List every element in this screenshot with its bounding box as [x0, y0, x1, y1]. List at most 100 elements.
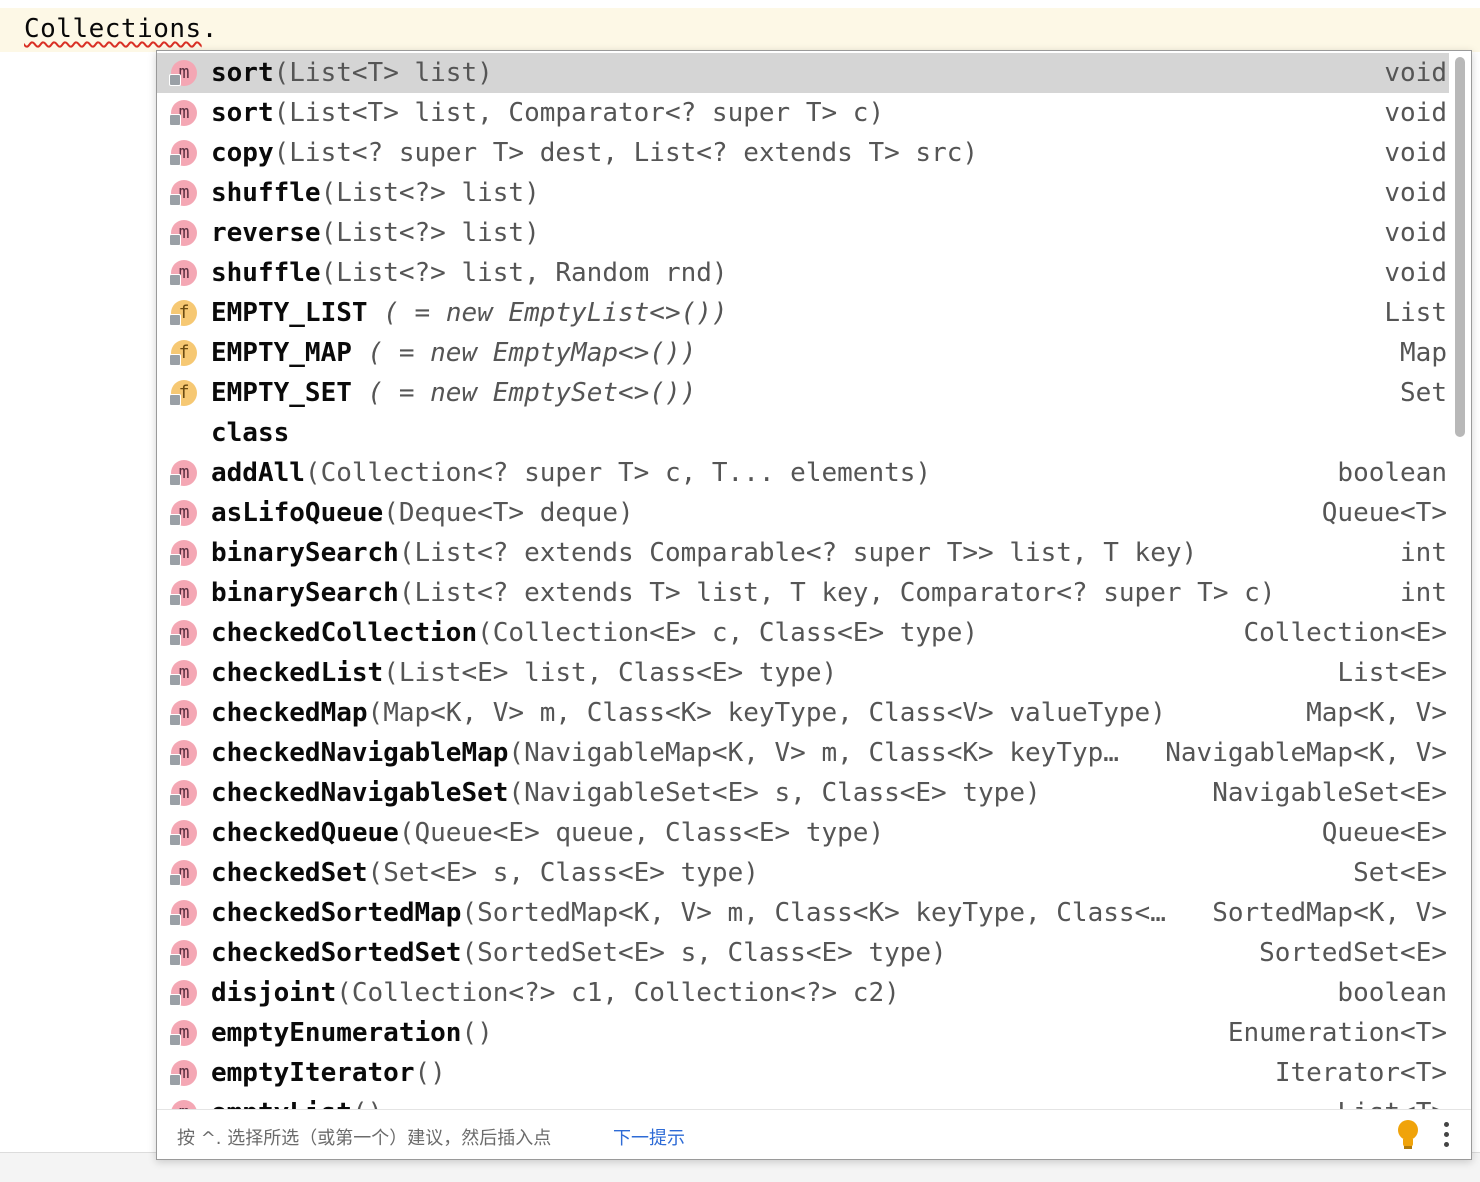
completion-item-return-type: Set<E> — [1353, 858, 1447, 888]
method-icon: m — [169, 820, 197, 846]
lightbulb-icon[interactable] — [1397, 1120, 1419, 1150]
completion-popup: m sort(List<T> list) void m sort(List<T> lis… — [156, 50, 1472, 1160]
completion-item-name: binarySearch(List<? extends Comparable<?… — [211, 538, 1198, 568]
completion-item-signature: (Queue<E> queue, Class<E> type) — [398, 818, 885, 848]
footer-hint: 按 ^. 选择所选（或第一个）建议，然后插入点 — [177, 1128, 552, 1149]
completion-item[interactable]: m reverse(List<?> list) void — [157, 213, 1449, 253]
completion-item-name: emptyIterator() — [211, 1058, 446, 1088]
completion-item-name: checkedSortedSet(SortedSet<E> s, Class<E… — [211, 938, 947, 968]
completion-item-return-type: void — [1384, 138, 1447, 168]
completion-item-return-type: Enumeration<T> — [1227, 1018, 1447, 1048]
method-icon: m — [169, 580, 197, 606]
completion-item-return-type: void — [1384, 98, 1447, 128]
completion-item[interactable]: m emptyIterator() Iterator<T> — [157, 1053, 1449, 1093]
completion-item[interactable]: m addAll(Collection<? super T> c, T... el… — [157, 453, 1449, 493]
completion-item[interactable]: m checkedCollection(Collection<E> c, Clas… — [157, 613, 1449, 653]
completion-item-signature: (Collection<? super T> c, T... elements) — [304, 458, 932, 488]
completion-list[interactable]: m sort(List<T> list) void m sort(List<T> lis… — [157, 53, 1449, 1111]
completion-item[interactable]: f EMPTY_MAP ( = new EmptyMap<>()) Map — [157, 333, 1449, 373]
completion-item[interactable]: m binarySearch(List<? extends Comparable<… — [157, 533, 1449, 573]
editor-dot: . — [201, 14, 218, 44]
completion-item-return-type: Map<K, V> — [1306, 698, 1447, 728]
editor-current-line — [0, 8, 1480, 52]
completion-item-return-type: void — [1384, 258, 1447, 288]
completion-item-name: EMPTY_MAP ( = new EmptyMap<>()) — [211, 338, 697, 368]
completion-item[interactable]: m checkedQueue(Queue<E> queue, Class<E> t… — [157, 813, 1449, 853]
method-icon: m — [169, 140, 197, 166]
completion-item-name: reverse(List<?> list) — [211, 218, 540, 248]
field-icon: f — [169, 340, 197, 366]
completion-item-signature: (List<?> list) — [320, 178, 540, 208]
completion-item[interactable]: m disjoint(Collection<?> c1, Collection<?… — [157, 973, 1449, 1013]
completion-item-signature: (Collection<E> c, Class<E> type) — [477, 618, 979, 648]
completion-item-return-type: Collection<E> — [1243, 618, 1448, 648]
editor-identifier: Collections — [24, 14, 202, 44]
completion-item-return-type: NavigableSet<E> — [1212, 778, 1447, 808]
completion-item-signature: (SortedSet<E> s, Class<E> type) — [461, 938, 947, 968]
method-icon: m — [169, 460, 197, 486]
completion-item[interactable]: m checkedMap(Map<K, V> m, Class<K> keyTyp… — [157, 693, 1449, 733]
completion-item-name: addAll(Collection<? super T> c, T... ele… — [211, 458, 932, 488]
method-icon: m — [169, 860, 197, 886]
completion-item-name: checkedCollection(Collection<E> c, Class… — [211, 618, 979, 648]
completion-item[interactable]: f EMPTY_LIST ( = new EmptyList<>()) List — [157, 293, 1449, 333]
method-icon: m — [169, 540, 197, 566]
method-icon: m — [169, 500, 197, 526]
more-vertical-icon[interactable] — [1441, 1120, 1451, 1150]
method-icon: m — [169, 940, 197, 966]
completion-item[interactable]: m copy(List<? super T> dest, List<? exten… — [157, 133, 1449, 173]
completion-item[interactable]: m checkedNavigableMap(NavigableMap<K, V> … — [157, 733, 1449, 773]
completion-item[interactable]: m checkedList(List<E> list, Class<E> type… — [157, 653, 1449, 693]
completion-item-signature: () — [461, 1018, 493, 1048]
completion-item-signature: (Set<E> s, Class<E> type) — [367, 858, 759, 888]
method-icon: m — [169, 1060, 197, 1086]
completion-item-name: sort(List<T> list, Comparator<? super T>… — [211, 98, 885, 128]
completion-item[interactable]: m checkedSortedMap(SortedMap<K, V> m, Cla… — [157, 893, 1449, 933]
completion-item[interactable]: m binarySearch(List<? extends T> list, T … — [157, 573, 1449, 613]
completion-scrollbar[interactable] — [1455, 57, 1465, 437]
completion-item-signature: ( = new EmptyMap<>()) — [351, 338, 697, 368]
method-icon: m — [169, 100, 197, 126]
completion-item-signature: () — [414, 1058, 446, 1088]
completion-item-name: checkedNavigableMap(NavigableMap<K, V> m… — [211, 738, 1119, 768]
completion-item-return-type: Queue<E> — [1321, 818, 1447, 848]
completion-item[interactable]: class — [157, 413, 1449, 453]
completion-item-return-type: Queue<T> — [1321, 498, 1447, 528]
completion-item-return-type: Map — [1400, 338, 1447, 368]
completion-item[interactable]: f EMPTY_SET ( = new EmptySet<>()) Set — [157, 373, 1449, 413]
completion-item[interactable]: m sort(List<T> list, Comparator<? super T… — [157, 93, 1449, 133]
completion-item[interactable]: m checkedSortedSet(SortedSet<E> s, Class<… — [157, 933, 1449, 973]
method-icon: m — [169, 1020, 197, 1046]
method-icon: m — [169, 660, 197, 686]
editor-code[interactable]: Collections. — [24, 14, 218, 44]
completion-item[interactable]: m checkedSet(Set<E> s, Class<E> type) Set<… — [157, 853, 1449, 893]
completion-item[interactable]: m checkedNavigableSet(NavigableSet<E> s, … — [157, 773, 1449, 813]
completion-item[interactable]: m emptyEnumeration() Enumeration<T> — [157, 1013, 1449, 1053]
completion-item-return-type: boolean — [1337, 978, 1447, 1008]
completion-item-signature: ( = new EmptySet<>()) — [351, 378, 697, 408]
completion-item-name: checkedList(List<E> list, Class<E> type) — [211, 658, 838, 688]
completion-item[interactable]: m asLifoQueue(Deque<T> deque) Queue<T> — [157, 493, 1449, 533]
completion-item[interactable]: m shuffle(List<?> list) void — [157, 173, 1449, 213]
completion-item-name: EMPTY_SET ( = new EmptySet<>()) — [211, 378, 697, 408]
completion-item-return-type: SortedSet<E> — [1259, 938, 1447, 968]
completion-item-signature: (Map<K, V> m, Class<K> keyType, Class<V>… — [367, 698, 1166, 728]
completion-item-return-type: SortedMap<K, V> — [1212, 898, 1447, 928]
completion-item-return-type: void — [1384, 178, 1447, 208]
completion-item-signature: (NavigableMap<K, V> m, Class<K> keyTyp… — [508, 738, 1119, 768]
completion-item[interactable]: m shuffle(List<?> list, Random rnd) void — [157, 253, 1449, 293]
completion-item-signature: (List<T> list, Comparator<? super T> c) — [273, 98, 885, 128]
completion-item-return-type: NavigableMap<K, V> — [1165, 738, 1447, 768]
completion-footer: 按 ^. 选择所选（或第一个）建议，然后插入点 下一提示 — [157, 1109, 1471, 1159]
completion-item-name: EMPTY_LIST ( = new EmptyList<>()) — [211, 298, 728, 328]
completion-item-name: checkedNavigableSet(NavigableSet<E> s, C… — [211, 778, 1041, 808]
completion-item-name: emptyEnumeration() — [211, 1018, 493, 1048]
completion-item-return-type: void — [1384, 218, 1447, 248]
completion-item-return-type: void — [1368, 57, 1447, 89]
completion-item-name: binarySearch(List<? extends T> list, T k… — [211, 578, 1276, 608]
completion-item-name: sort(List<T> list) — [211, 58, 493, 88]
next-tip-link[interactable]: 下一提示 — [613, 1124, 685, 1150]
completion-item-name: shuffle(List<?> list, Random rnd) — [211, 258, 728, 288]
completion-item[interactable]: m sort(List<T> list) void — [157, 53, 1449, 93]
completion-item-name: checkedQueue(Queue<E> queue, Class<E> ty… — [211, 818, 885, 848]
